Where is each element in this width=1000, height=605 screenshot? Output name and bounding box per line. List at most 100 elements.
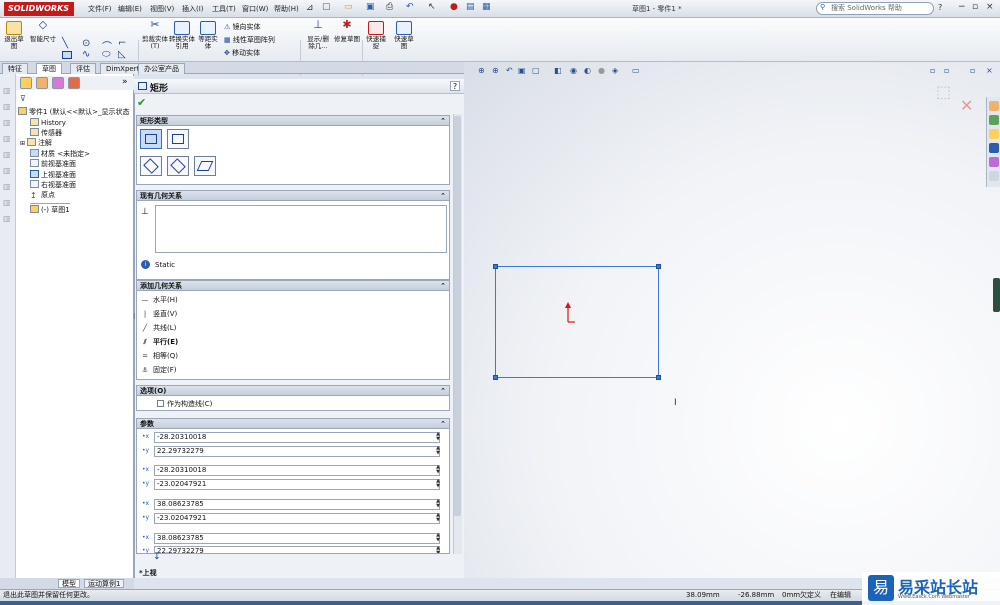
rectangle-corner-handle[interactable]: [493, 375, 498, 380]
open-folder-icon[interactable]: ▭: [344, 2, 353, 12]
menu-help[interactable]: 帮助(H): [274, 4, 299, 14]
construction-checkbox[interactable]: [157, 400, 164, 407]
tree-item-material[interactable]: 材质 <未指定>: [30, 149, 90, 159]
toolstrip-icon[interactable]: ▥: [3, 166, 11, 175]
save-icon[interactable]: ▣: [366, 2, 375, 12]
sketched-rectangle[interactable]: [495, 266, 659, 378]
tree-item-history[interactable]: History: [30, 118, 66, 128]
zoom-area-icon[interactable]: ⊕: [492, 66, 499, 75]
add-relations-header[interactable]: 添加几何关系 ⌃: [137, 281, 449, 291]
relation-collinear[interactable]: ╱ 共线(L): [140, 322, 176, 334]
menu-insert[interactable]: 插入(I): [182, 4, 204, 14]
param-y4[interactable]: •y 22.29732279 ▲ ▼: [140, 546, 446, 553]
parameters-header[interactable]: 参数 ⌃: [137, 419, 449, 429]
circle-icon[interactable]: ⊙: [82, 38, 90, 49]
tree-item-right-plane[interactable]: 右视基准面: [30, 180, 76, 190]
tab-evaluate[interactable]: 评估: [70, 63, 96, 74]
tree-item-origin[interactable]: ↥ 原点: [30, 191, 55, 200]
rapid-sketch-button[interactable]: 快速草图: [392, 21, 416, 50]
display-delete-relations-button[interactable]: ⊥ 显示/删除几...: [304, 19, 332, 50]
linear-pattern-button[interactable]: ▦ 线性草图阵列: [224, 35, 275, 45]
menu-edit[interactable]: 编辑(E): [118, 4, 142, 14]
feature-tree-icon[interactable]: [20, 77, 32, 89]
side-panel-handle[interactable]: [993, 278, 1000, 312]
toolstrip-icon[interactable]: ▥: [3, 214, 11, 223]
3-point-center-rectangle-button[interactable]: [167, 156, 189, 176]
line-icon[interactable]: ╲: [62, 38, 68, 49]
relation-horizontal[interactable]: — 水平(H): [140, 294, 178, 306]
param-x1[interactable]: •x -28.20310018 ▲ ▼: [140, 432, 446, 443]
existing-relations-header[interactable]: 现有几何关系 ⌃: [137, 191, 449, 201]
help-search-input[interactable]: 搜索 SolidWorks 帮助: [816, 2, 934, 15]
toolstrip-icon[interactable]: ▥: [3, 86, 11, 95]
toolstrip-icon[interactable]: ▥: [3, 118, 11, 127]
mirror-entities-button[interactable]: ⚠ 镜向实体: [224, 22, 261, 32]
solidworks-logo[interactable]: SOLIDWORKS: [4, 2, 74, 16]
help-icon[interactable]: ?: [938, 3, 942, 12]
viewport-close-icon[interactable]: ×: [986, 66, 993, 75]
rectangle-corner-handle[interactable]: [656, 264, 661, 269]
previous-view-icon[interactable]: ↶: [506, 66, 513, 75]
ok-checkmark-icon[interactable]: ✔: [137, 96, 146, 109]
param-y2[interactable]: •y -23.02047921 ▲ ▼: [140, 479, 446, 490]
rectangle-type-header[interactable]: 矩形类型 ⌃: [137, 116, 449, 126]
minimize-icon[interactable]: −: [958, 2, 966, 12]
relation-equal[interactable]: = 相等(Q): [140, 350, 178, 362]
relation-vertical[interactable]: | 竖直(V): [140, 308, 177, 320]
rectangle-tool-icon[interactable]: [62, 51, 72, 59]
param-x3[interactable]: •x 38.08623785 ▲ ▼: [140, 499, 446, 510]
options-header[interactable]: 选项(O) ⌃: [137, 386, 449, 396]
quick-snaps-button[interactable]: 快速捕捉: [364, 21, 388, 50]
parallelogram-button[interactable]: [194, 156, 216, 176]
hide-show-icon[interactable]: ◉: [570, 66, 577, 75]
relation-fix[interactable]: ⚓ 固定(F): [140, 364, 177, 376]
menu-window[interactable]: 窗口(W): [242, 4, 268, 14]
move-entities-button[interactable]: ✥ 移动实体: [224, 48, 260, 58]
chamfer-icon[interactable]: ◺: [118, 49, 126, 60]
view-orientation-icon[interactable]: ▢: [532, 66, 540, 75]
restore-icon[interactable]: ▫: [972, 2, 978, 12]
pin-icon[interactable]: ⊿: [306, 3, 314, 13]
close-icon[interactable]: ×: [986, 2, 994, 12]
scene-icon[interactable]: ●: [598, 66, 605, 75]
display-style-icon[interactable]: ◧: [554, 66, 562, 75]
relations-list[interactable]: [155, 205, 447, 253]
help-icon[interactable]: ?: [450, 81, 460, 91]
param-y3[interactable]: •y -23.02047921 ▲ ▼: [140, 513, 446, 524]
select-icon[interactable]: ↖: [428, 2, 436, 12]
filter-icon[interactable]: ⊽: [20, 94, 26, 103]
rectangle-corner-handle[interactable]: [493, 264, 498, 269]
param-x2[interactable]: •x -28.20310018 ▲ ▼: [140, 465, 446, 476]
rectangle-corner-handle[interactable]: [656, 375, 661, 380]
toolstrip-icon[interactable]: ▥: [3, 150, 11, 159]
fillet-icon[interactable]: ⌐: [118, 38, 126, 49]
toolstrip-icon[interactable]: ▥: [3, 198, 11, 207]
3-point-corner-rectangle-button[interactable]: [140, 156, 162, 176]
repair-sketch-button[interactable]: ✱ 修复草图: [334, 19, 360, 43]
appearances-icon[interactable]: [989, 157, 999, 167]
toolstrip-icon[interactable]: ▥: [3, 134, 11, 143]
section-view-icon[interactable]: ▣: [518, 66, 526, 75]
panel-splitter-handle[interactable]: ⁝: [133, 312, 136, 321]
rebuild-icon[interactable]: ●: [450, 2, 458, 12]
resources-icon[interactable]: [989, 101, 999, 111]
spline-icon[interactable]: ∿: [82, 49, 90, 60]
file-properties-icon[interactable]: ▤: [466, 2, 475, 12]
tab-features[interactable]: 特征: [2, 63, 28, 74]
configuration-manager-icon[interactable]: [52, 77, 64, 89]
trim-entities-button[interactable]: ✂ 剪裁实体(T): [142, 19, 168, 50]
corner-rectangle-button[interactable]: [140, 129, 162, 149]
property-manager-icon[interactable]: [36, 77, 48, 89]
viewport-tile-icon[interactable]: ▫: [944, 66, 949, 75]
expand-chevron-icon[interactable]: »: [122, 77, 128, 87]
tree-item-front-plane[interactable]: 前视基准面: [30, 159, 76, 169]
tree-item-sensors[interactable]: 传感器: [30, 128, 62, 138]
menu-tools[interactable]: 工具(T): [212, 4, 236, 14]
custom-properties-icon[interactable]: [989, 171, 999, 181]
ellipse-icon[interactable]: ⬭: [102, 49, 111, 60]
exit-sketch-button[interactable]: 退出草图: [2, 21, 26, 50]
relation-parallel[interactable]: ⫽ 平行(E): [140, 336, 178, 348]
menu-view[interactable]: 视图(V): [150, 4, 174, 14]
toolstrip-icon[interactable]: ▥: [3, 182, 11, 191]
tree-item-annotations[interactable]: ⊞ 注解: [20, 138, 52, 148]
